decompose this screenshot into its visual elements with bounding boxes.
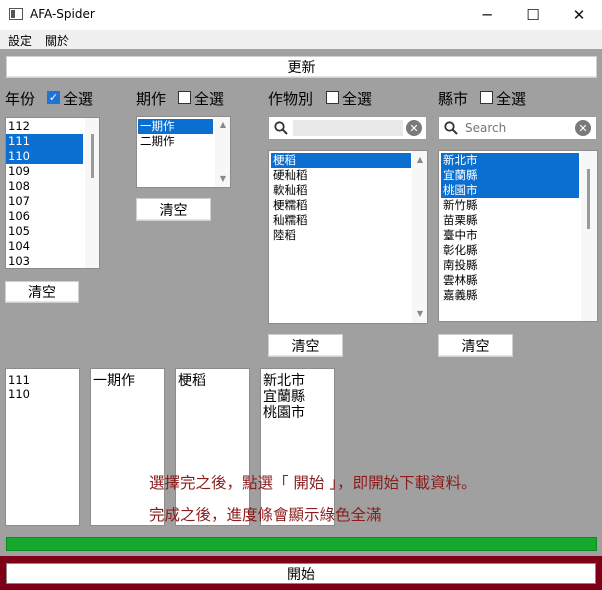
county-search-box: ✕ xyxy=(438,116,597,140)
list-item[interactable]: 106 xyxy=(6,209,83,224)
county-label: 縣市 xyxy=(438,90,469,108)
list-item[interactable]: 陸稻 xyxy=(271,228,411,243)
summary-item: 110 xyxy=(8,387,30,401)
year-scrollbar[interactable] xyxy=(85,118,99,268)
year-list[interactable]: 112 111 110 109 108 107 106 105 104 103 xyxy=(5,117,100,269)
list-item[interactable]: 新竹縣 xyxy=(441,198,579,213)
scroll-up-icon[interactable]: ▲ xyxy=(412,155,427,164)
clear-search-icon[interactable]: ✕ xyxy=(575,120,591,136)
list-item[interactable]: 109 xyxy=(6,164,83,179)
close-icon[interactable]: ✕ xyxy=(556,0,602,30)
progress-bar xyxy=(6,537,597,551)
list-item[interactable]: 107 xyxy=(6,194,83,209)
county-select-all-label: 全選 xyxy=(496,90,527,108)
county-select-all-checkbox[interactable] xyxy=(480,91,493,104)
crop-scrollbar[interactable]: ▲ ▼ xyxy=(412,151,427,323)
list-item[interactable]: 103 xyxy=(6,254,83,268)
list-item[interactable]: 108 xyxy=(6,179,83,194)
crop-list[interactable]: 梗稻 硬秈稻 軟秈稻 梗糯稻 秈糯稻 陸稻 ▲ ▼ xyxy=(268,150,428,324)
list-item[interactable]: 秈糯稻 xyxy=(271,213,411,228)
scroll-thumb[interactable] xyxy=(91,134,94,178)
window-title: AFA-Spider xyxy=(30,7,95,21)
list-item[interactable]: 彰化縣 xyxy=(441,243,579,258)
period-list[interactable]: 一期作 二期作 ▲ ▼ xyxy=(136,116,231,188)
crop-select-all-label: 全選 xyxy=(342,90,373,108)
scroll-down-icon[interactable]: ▼ xyxy=(215,174,230,183)
county-search-input[interactable] xyxy=(463,120,573,136)
maximize-icon[interactable]: ☐ xyxy=(510,0,556,30)
list-item[interactable]: 105 xyxy=(6,224,83,239)
search-icon xyxy=(444,121,458,135)
list-item[interactable]: 宜蘭縣 xyxy=(441,168,579,183)
scroll-thumb[interactable] xyxy=(587,169,590,229)
list-item[interactable]: 111 xyxy=(6,134,83,149)
year-select-all-checkbox[interactable]: ✓ xyxy=(47,91,60,104)
instruction-line-2: 完成之後，進度條會顯示綠色全滿 xyxy=(149,506,382,524)
minimize-icon[interactable]: ─ xyxy=(464,0,510,30)
instruction-line-1: 選擇完之後，點選「 開始 」，即開始下載資料。 xyxy=(149,474,477,492)
year-select-all-label: 全選 xyxy=(63,90,94,108)
county-clear-button[interactable]: 清空 xyxy=(438,334,513,357)
start-button[interactable]: 開始 xyxy=(6,563,596,584)
summary-item: 梗稻 xyxy=(178,373,206,389)
crop-search-box: ✕ xyxy=(268,116,427,140)
list-item[interactable]: 臺中市 xyxy=(441,228,579,243)
summary-item: 一期作 xyxy=(93,373,135,389)
menu-settings[interactable]: 設定 xyxy=(8,32,32,49)
menu-bar xyxy=(0,30,602,49)
scroll-down-icon[interactable]: ▼ xyxy=(412,309,427,318)
list-item[interactable]: 雲林縣 xyxy=(441,273,579,288)
list-item[interactable]: 104 xyxy=(6,239,83,254)
instructions: 選擇完之後，點選「 開始 」，即開始下載資料。 完成之後，進度條會顯示綠色全滿 xyxy=(149,467,477,531)
county-list[interactable]: 新北市 宜蘭縣 桃園市 新竹縣 苗栗縣 臺中市 彰化縣 南投縣 雲林縣 嘉義縣 xyxy=(438,150,598,322)
list-item[interactable]: 112 xyxy=(6,119,83,134)
list-item[interactable]: 苗栗縣 xyxy=(441,213,579,228)
update-button[interactable]: 更新 xyxy=(6,56,597,78)
list-item[interactable]: 梗稻 xyxy=(271,153,411,168)
list-item[interactable]: 二期作 xyxy=(138,134,213,149)
summary-item: 桃園市 xyxy=(263,405,305,421)
scroll-up-icon[interactable]: ▲ xyxy=(215,120,230,129)
summary-item: 新北市 xyxy=(263,373,305,389)
crop-select-all-checkbox[interactable] xyxy=(326,91,339,104)
list-item[interactable]: 110 xyxy=(6,149,83,164)
period-select-all-label: 全選 xyxy=(194,90,225,108)
summary-item: 宜蘭縣 xyxy=(263,389,305,405)
clear-search-icon[interactable]: ✕ xyxy=(406,120,422,136)
list-item[interactable]: 桃園市 xyxy=(441,183,579,198)
crop-search-input[interactable] xyxy=(293,120,403,136)
period-scrollbar[interactable]: ▲ ▼ xyxy=(215,117,230,187)
summary-item: 111 xyxy=(8,373,30,387)
period-label: 期作 xyxy=(136,90,167,108)
list-item[interactable]: 新北市 xyxy=(441,153,579,168)
list-item[interactable]: 嘉義縣 xyxy=(441,288,579,303)
summary-years-box: 111 110 xyxy=(5,368,80,526)
list-item[interactable]: 梗糯稻 xyxy=(271,198,411,213)
crop-label: 作物別 xyxy=(268,90,314,108)
crop-clear-button[interactable]: 清空 xyxy=(268,334,343,357)
progress-fill xyxy=(7,538,596,550)
app-icon xyxy=(9,8,23,20)
list-item[interactable]: 軟秈稻 xyxy=(271,183,411,198)
year-label: 年份 xyxy=(5,90,36,108)
county-scrollbar[interactable] xyxy=(581,151,597,321)
list-item[interactable]: 南投縣 xyxy=(441,258,579,273)
menu-about[interactable]: 關於 xyxy=(45,32,69,49)
period-select-all-checkbox[interactable] xyxy=(178,91,191,104)
search-icon xyxy=(274,121,288,135)
period-clear-button[interactable]: 清空 xyxy=(136,198,211,221)
list-item[interactable]: 硬秈稻 xyxy=(271,168,411,183)
year-clear-button[interactable]: 清空 xyxy=(5,281,79,303)
list-item[interactable]: 一期作 xyxy=(138,119,213,134)
